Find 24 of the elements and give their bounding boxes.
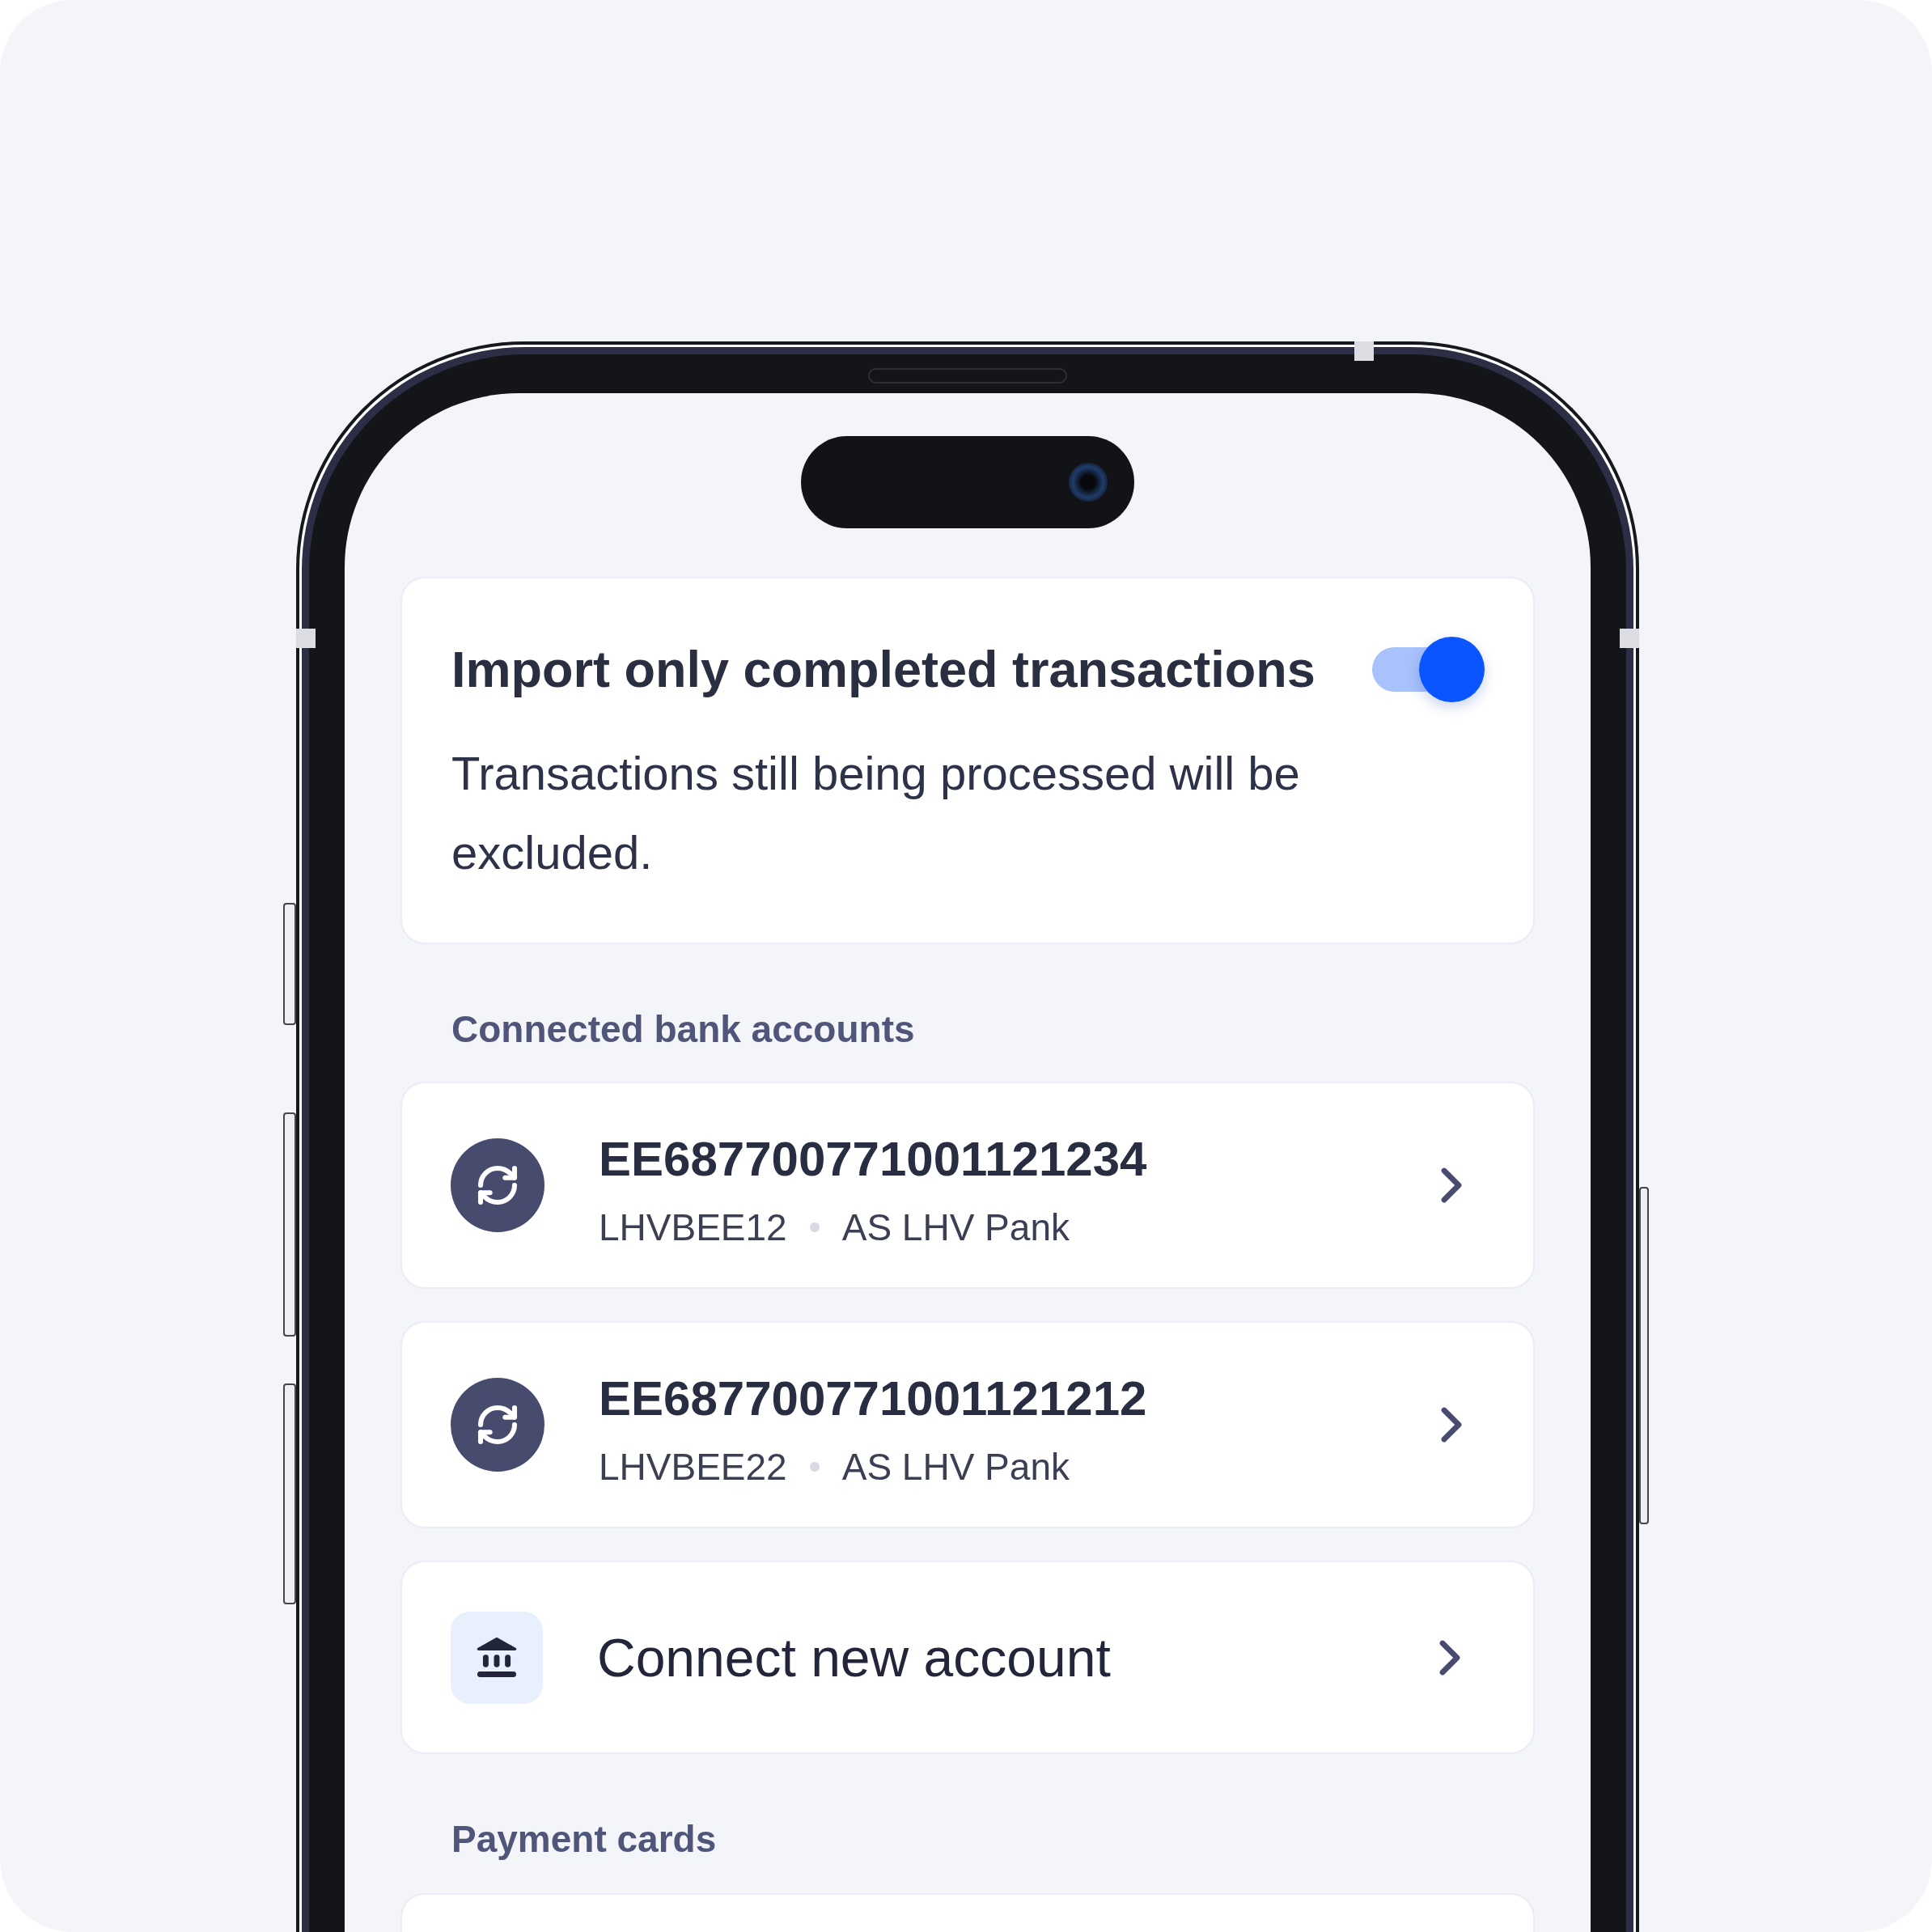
section-heading: Connected bank accounts (451, 1007, 916, 1052)
antenna-band (1620, 629, 1639, 648)
chevron-right-icon (1439, 1406, 1464, 1443)
chevron-right-icon (1439, 1167, 1464, 1204)
setting-description: Transactions still being processed will be excluded. (451, 746, 1301, 880)
bank-code: LHVBEE22 (599, 1445, 787, 1489)
antenna-band (1354, 341, 1374, 361)
antenna-band (296, 629, 316, 648)
separator-dot-icon (809, 1462, 820, 1472)
toggle-switch[interactable] (1372, 636, 1485, 702)
section-heading: Payment cards (451, 1817, 718, 1862)
bank-icon (451, 1611, 543, 1704)
setting-title: Import only completed transactions (451, 640, 1316, 699)
connect-account-button[interactable]: Connect new account (400, 1561, 1535, 1754)
account-row[interactable]: EE687700771001121234 LHVBEE12 AS LHV Pank (400, 1082, 1535, 1289)
bank-name: AS LHV Pank (841, 1445, 1070, 1489)
account-row[interactable]: EE687700771001121212 LHVBEE22 AS LHV Pank (400, 1321, 1535, 1528)
bank-code: LHVBEE12 (599, 1205, 787, 1250)
account-number: EE687700771001121234 (599, 1132, 1148, 1187)
account-number: EE687700771001121212 (599, 1371, 1148, 1426)
separator-dot-icon (809, 1222, 820, 1232)
bank-name: AS LHV Pank (841, 1205, 1070, 1250)
chevron-right-icon (1438, 1638, 1462, 1676)
camera-icon (1069, 463, 1108, 502)
